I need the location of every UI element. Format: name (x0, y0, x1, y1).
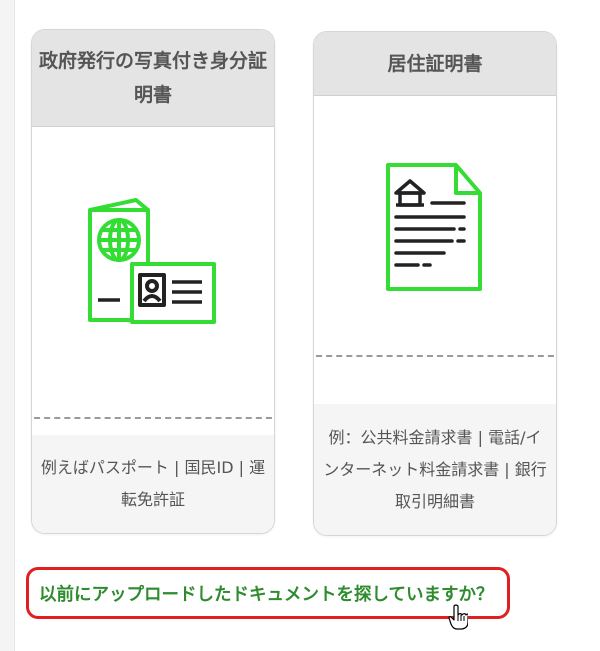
id-document-card-body (32, 128, 274, 438)
id-document-icon (88, 198, 216, 324)
hand-pointer-icon (448, 604, 468, 630)
id-document-card[interactable]: 政府発行の写真付き身分証明書 例えばパスポート | 国民ID | 運転免許証 (31, 29, 275, 534)
previous-upload-link-text[interactable]: 以前にアップロードしたドキュメントを探していますか？ (39, 581, 493, 606)
id-card-divider (32, 417, 274, 419)
residence-document-card-body (314, 97, 556, 403)
previous-upload-link[interactable]: 以前にアップロードしたドキュメントを探していますか？ (26, 567, 510, 619)
residence-document-icon (386, 163, 482, 291)
residence-card-divider (314, 355, 556, 357)
id-document-card-footer: 例えばパスポート | 国民ID | 運転免許証 (32, 435, 274, 533)
left-edge (0, 0, 15, 651)
residence-document-card-footer: 例：公共料金請求書 | 電話/インターネット料金請求書 | 銀行取引明細書 (314, 404, 556, 535)
residence-document-card-title: 居住証明書 (314, 32, 556, 96)
residence-document-card[interactable]: 居住証明書 例：公共料金請求書 | 電話/インターネット料金請求書 | 銀行取引… (313, 31, 557, 536)
id-document-card-title: 政府発行の写真付き身分証明書 (32, 30, 274, 127)
